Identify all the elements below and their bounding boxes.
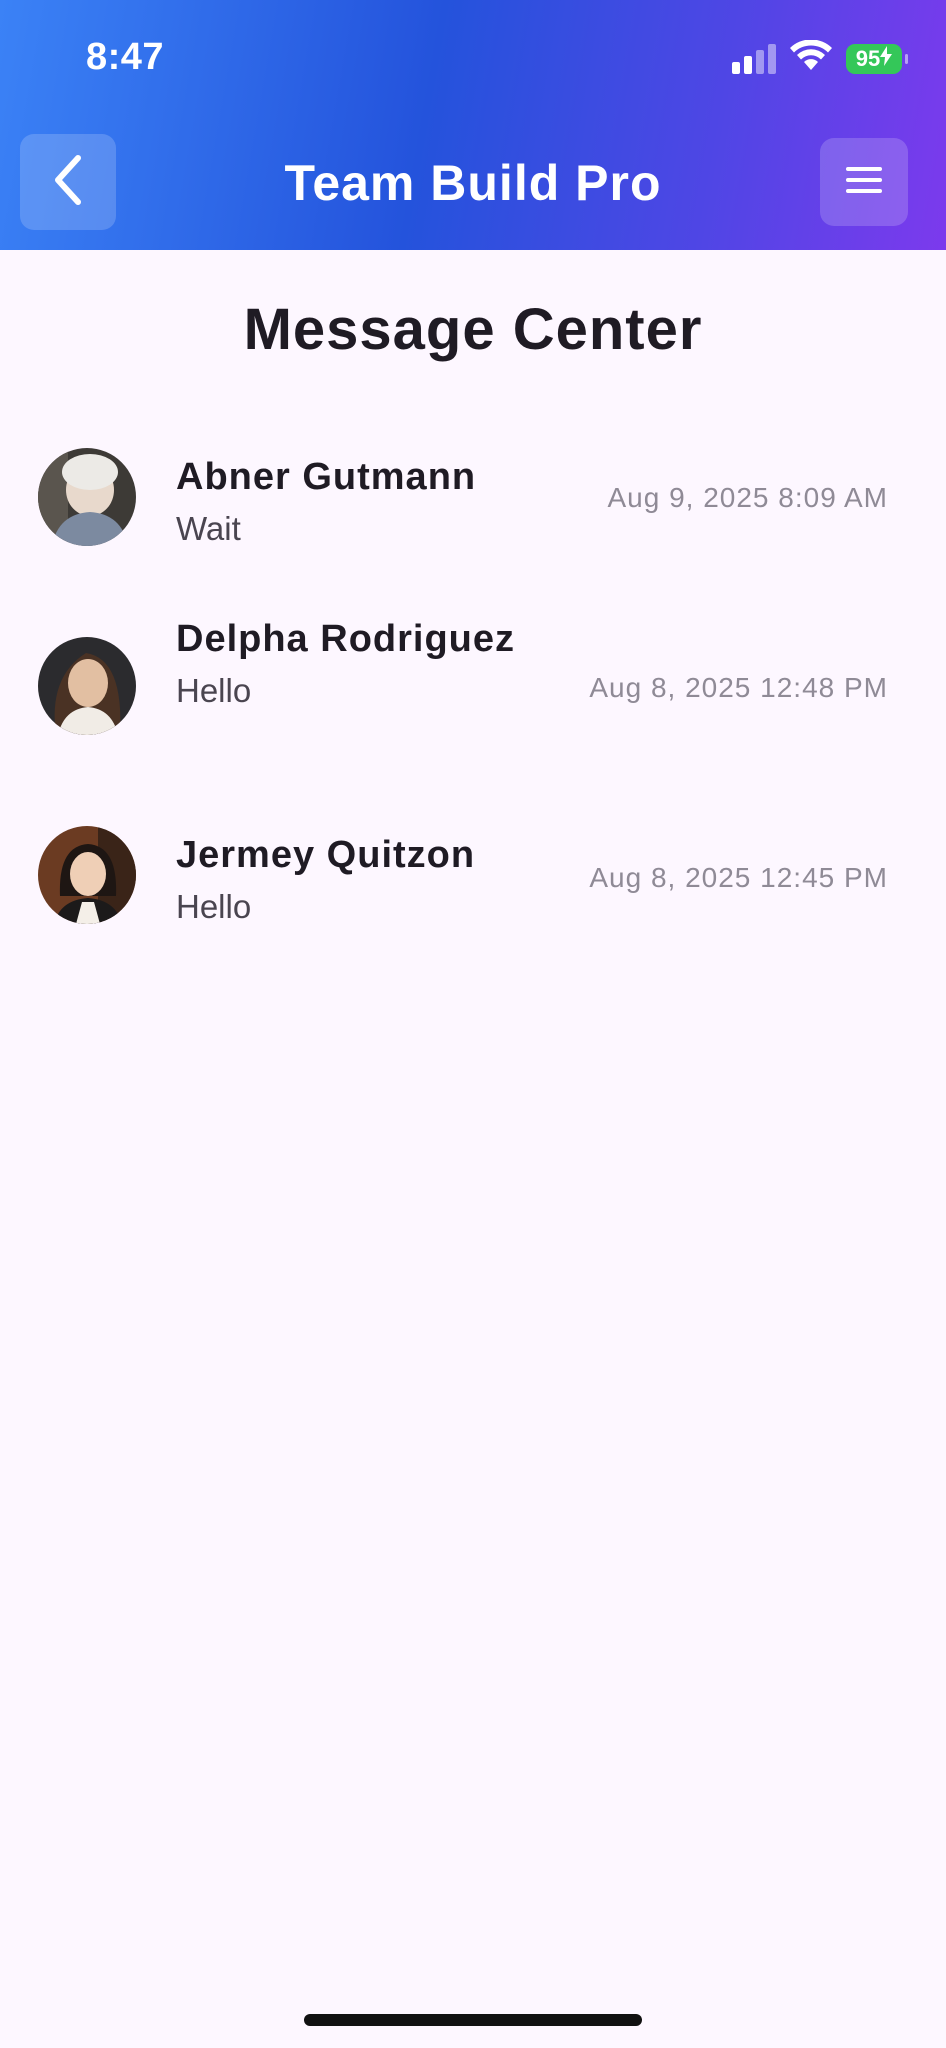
charging-bolt-icon [880, 45, 893, 72]
menu-button[interactable] [820, 138, 908, 226]
avatar [38, 826, 136, 924]
hamburger-menu-icon [844, 165, 884, 200]
conversation-item[interactable]: Abner Gutmann Wait Aug 9, 2025 8:09 AM [0, 430, 946, 620]
app-header: 8:47 95 Team Build Pro [0, 0, 946, 250]
avatar [38, 637, 136, 735]
conversation-name: Jermey Quitzon [176, 834, 476, 876]
wifi-icon [790, 39, 832, 77]
battery-level: 95 [855, 45, 881, 71]
conversation-item[interactable]: Delpha Rodriguez Hello Aug 8, 2025 12:48… [0, 618, 946, 810]
avatar [38, 448, 136, 546]
app-title: Team Build Pro [284, 155, 662, 211]
conversation-preview: Hello [176, 888, 252, 925]
status-icons: 95 [732, 39, 908, 77]
conversation-preview: Wait [176, 510, 241, 547]
home-indicator [304, 2014, 642, 2026]
battery-indicator: 95 [846, 43, 908, 74]
page-title: Message Center [243, 297, 703, 362]
conversation-timestamp: Aug 9, 2025 8:09 AM [607, 482, 888, 513]
conversation-item[interactable]: Jermey Quitzon Hello Aug 8, 2025 12:45 P… [0, 810, 946, 1000]
conversation-list: Abner Gutmann Wait Aug 9, 2025 8:09 AM D… [0, 430, 946, 1000]
cellular-signal-icon [732, 43, 776, 74]
status-time: 8:47 [86, 36, 165, 78]
conversation-name: Abner Gutmann [176, 456, 477, 498]
message-center-screen: 8:47 95 Team Build Pro Message Center Ab… [0, 0, 946, 2048]
conversation-timestamp: Aug 8, 2025 12:45 PM [589, 862, 888, 893]
conversation-preview: Hello [176, 672, 252, 709]
conversation-name: Delpha Rodriguez [176, 618, 516, 660]
conversation-timestamp: Aug 8, 2025 12:48 PM [589, 672, 888, 703]
